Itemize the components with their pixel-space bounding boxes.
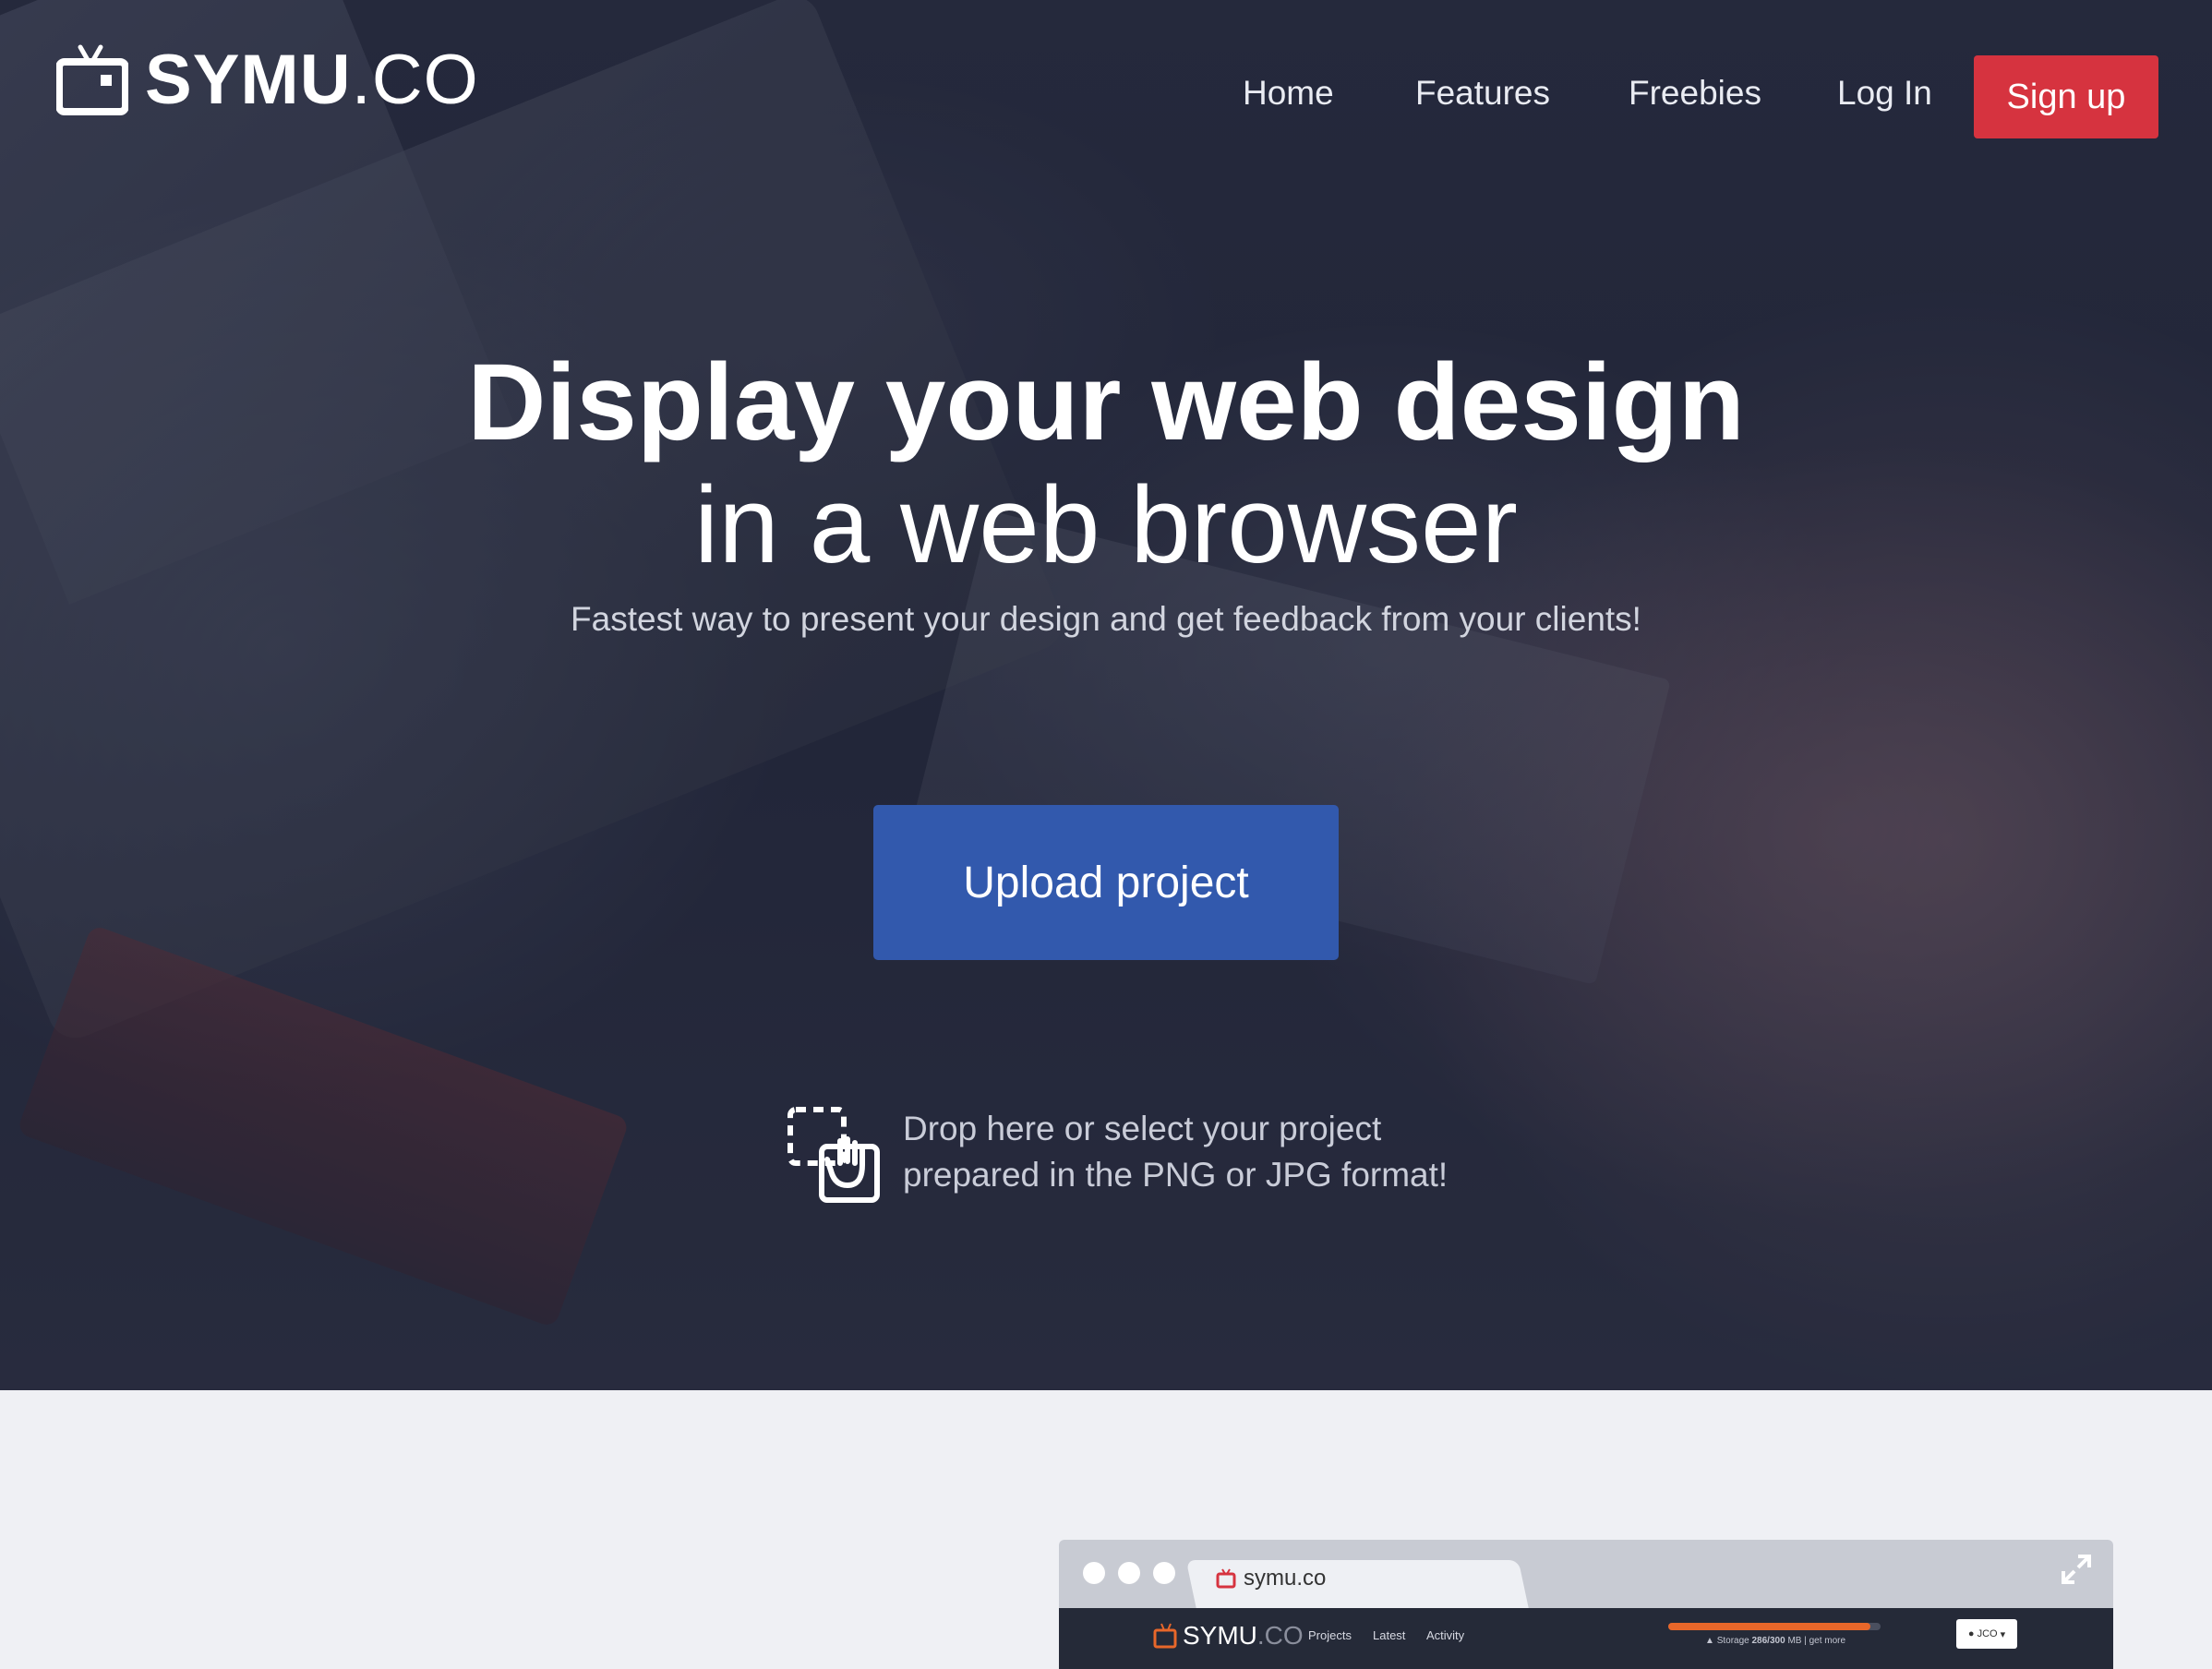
storage-bar-fill bbox=[1668, 1623, 1870, 1630]
drop-zone[interactable]: Drop here or select your project prepare… bbox=[787, 1106, 1448, 1204]
hero-title: Display your web design bbox=[467, 342, 1745, 463]
tv-logo-icon bbox=[1216, 1568, 1236, 1589]
app-header: SYMU .CO Projects Latest Activity ▲ Stora… bbox=[1059, 1608, 2113, 1669]
signup-button[interactable]: Sign up bbox=[1974, 55, 2158, 138]
drop-text-line2: prepared in the PNG or JPG format! bbox=[903, 1156, 1449, 1194]
user-label: JCO bbox=[1977, 1628, 1998, 1639]
storage-get-more: get more bbox=[1809, 1636, 1846, 1646]
storage-text: ▲ Storage 286/300 MB | get more bbox=[1705, 1636, 1846, 1646]
nav-login[interactable]: Log In bbox=[1837, 74, 1932, 113]
browser-mockup: symu.co SYMU .CO Projects Latest Activity… bbox=[1059, 1540, 2113, 1669]
drop-text-line1: Drop here or select your project bbox=[903, 1110, 1382, 1147]
hero-title-line2: in a web browser bbox=[694, 464, 1518, 586]
tv-logo-icon bbox=[1153, 1623, 1177, 1649]
drag-drop-icon bbox=[787, 1107, 880, 1203]
expand-icon bbox=[2062, 1555, 2091, 1584]
nav-features[interactable]: Features bbox=[1415, 74, 1550, 113]
hero-section: SYMU.CO Home Features Freebies Log In Si… bbox=[0, 0, 2212, 1390]
storage-bar bbox=[1668, 1623, 1881, 1630]
window-dot-maximize bbox=[1153, 1562, 1175, 1584]
user-menu: ● JCO ▾ bbox=[1956, 1619, 2017, 1649]
browser-tab-label: symu.co bbox=[1216, 1566, 1326, 1591]
app-logo: SYMU .CO bbox=[1153, 1621, 1304, 1651]
logo[interactable]: SYMU.CO bbox=[56, 43, 479, 117]
nav-freebies[interactable]: Freebies bbox=[1629, 74, 1761, 113]
tv-logo-icon bbox=[56, 44, 128, 115]
app-nav-activity: Activity bbox=[1426, 1628, 1465, 1642]
storage-unit: MB bbox=[1787, 1636, 1802, 1646]
app-nav-projects: Projects bbox=[1308, 1628, 1352, 1642]
storage-label: Storage bbox=[1716, 1636, 1749, 1646]
window-dot-close bbox=[1083, 1562, 1105, 1584]
app-nav-latest: Latest bbox=[1373, 1628, 1406, 1642]
browser-tab-text: symu.co bbox=[1244, 1566, 1327, 1591]
drop-text: Drop here or select your project prepare… bbox=[903, 1106, 1448, 1198]
app-brand-light: .CO bbox=[1256, 1621, 1304, 1650]
brand-name: SYMU.CO bbox=[145, 45, 479, 115]
storage-value: 286/300 bbox=[1751, 1636, 1785, 1646]
app-brand-bold: SYMU bbox=[1183, 1621, 1257, 1650]
brand-light: .CO bbox=[351, 41, 479, 119]
nav-home[interactable]: Home bbox=[1243, 74, 1334, 113]
window-dot-minimize bbox=[1118, 1562, 1140, 1584]
hero-subtitle: Fastest way to present your design and g… bbox=[571, 600, 1641, 638]
upload-project-button[interactable]: Upload project bbox=[873, 805, 1339, 960]
brand-bold: SYMU bbox=[145, 41, 352, 119]
